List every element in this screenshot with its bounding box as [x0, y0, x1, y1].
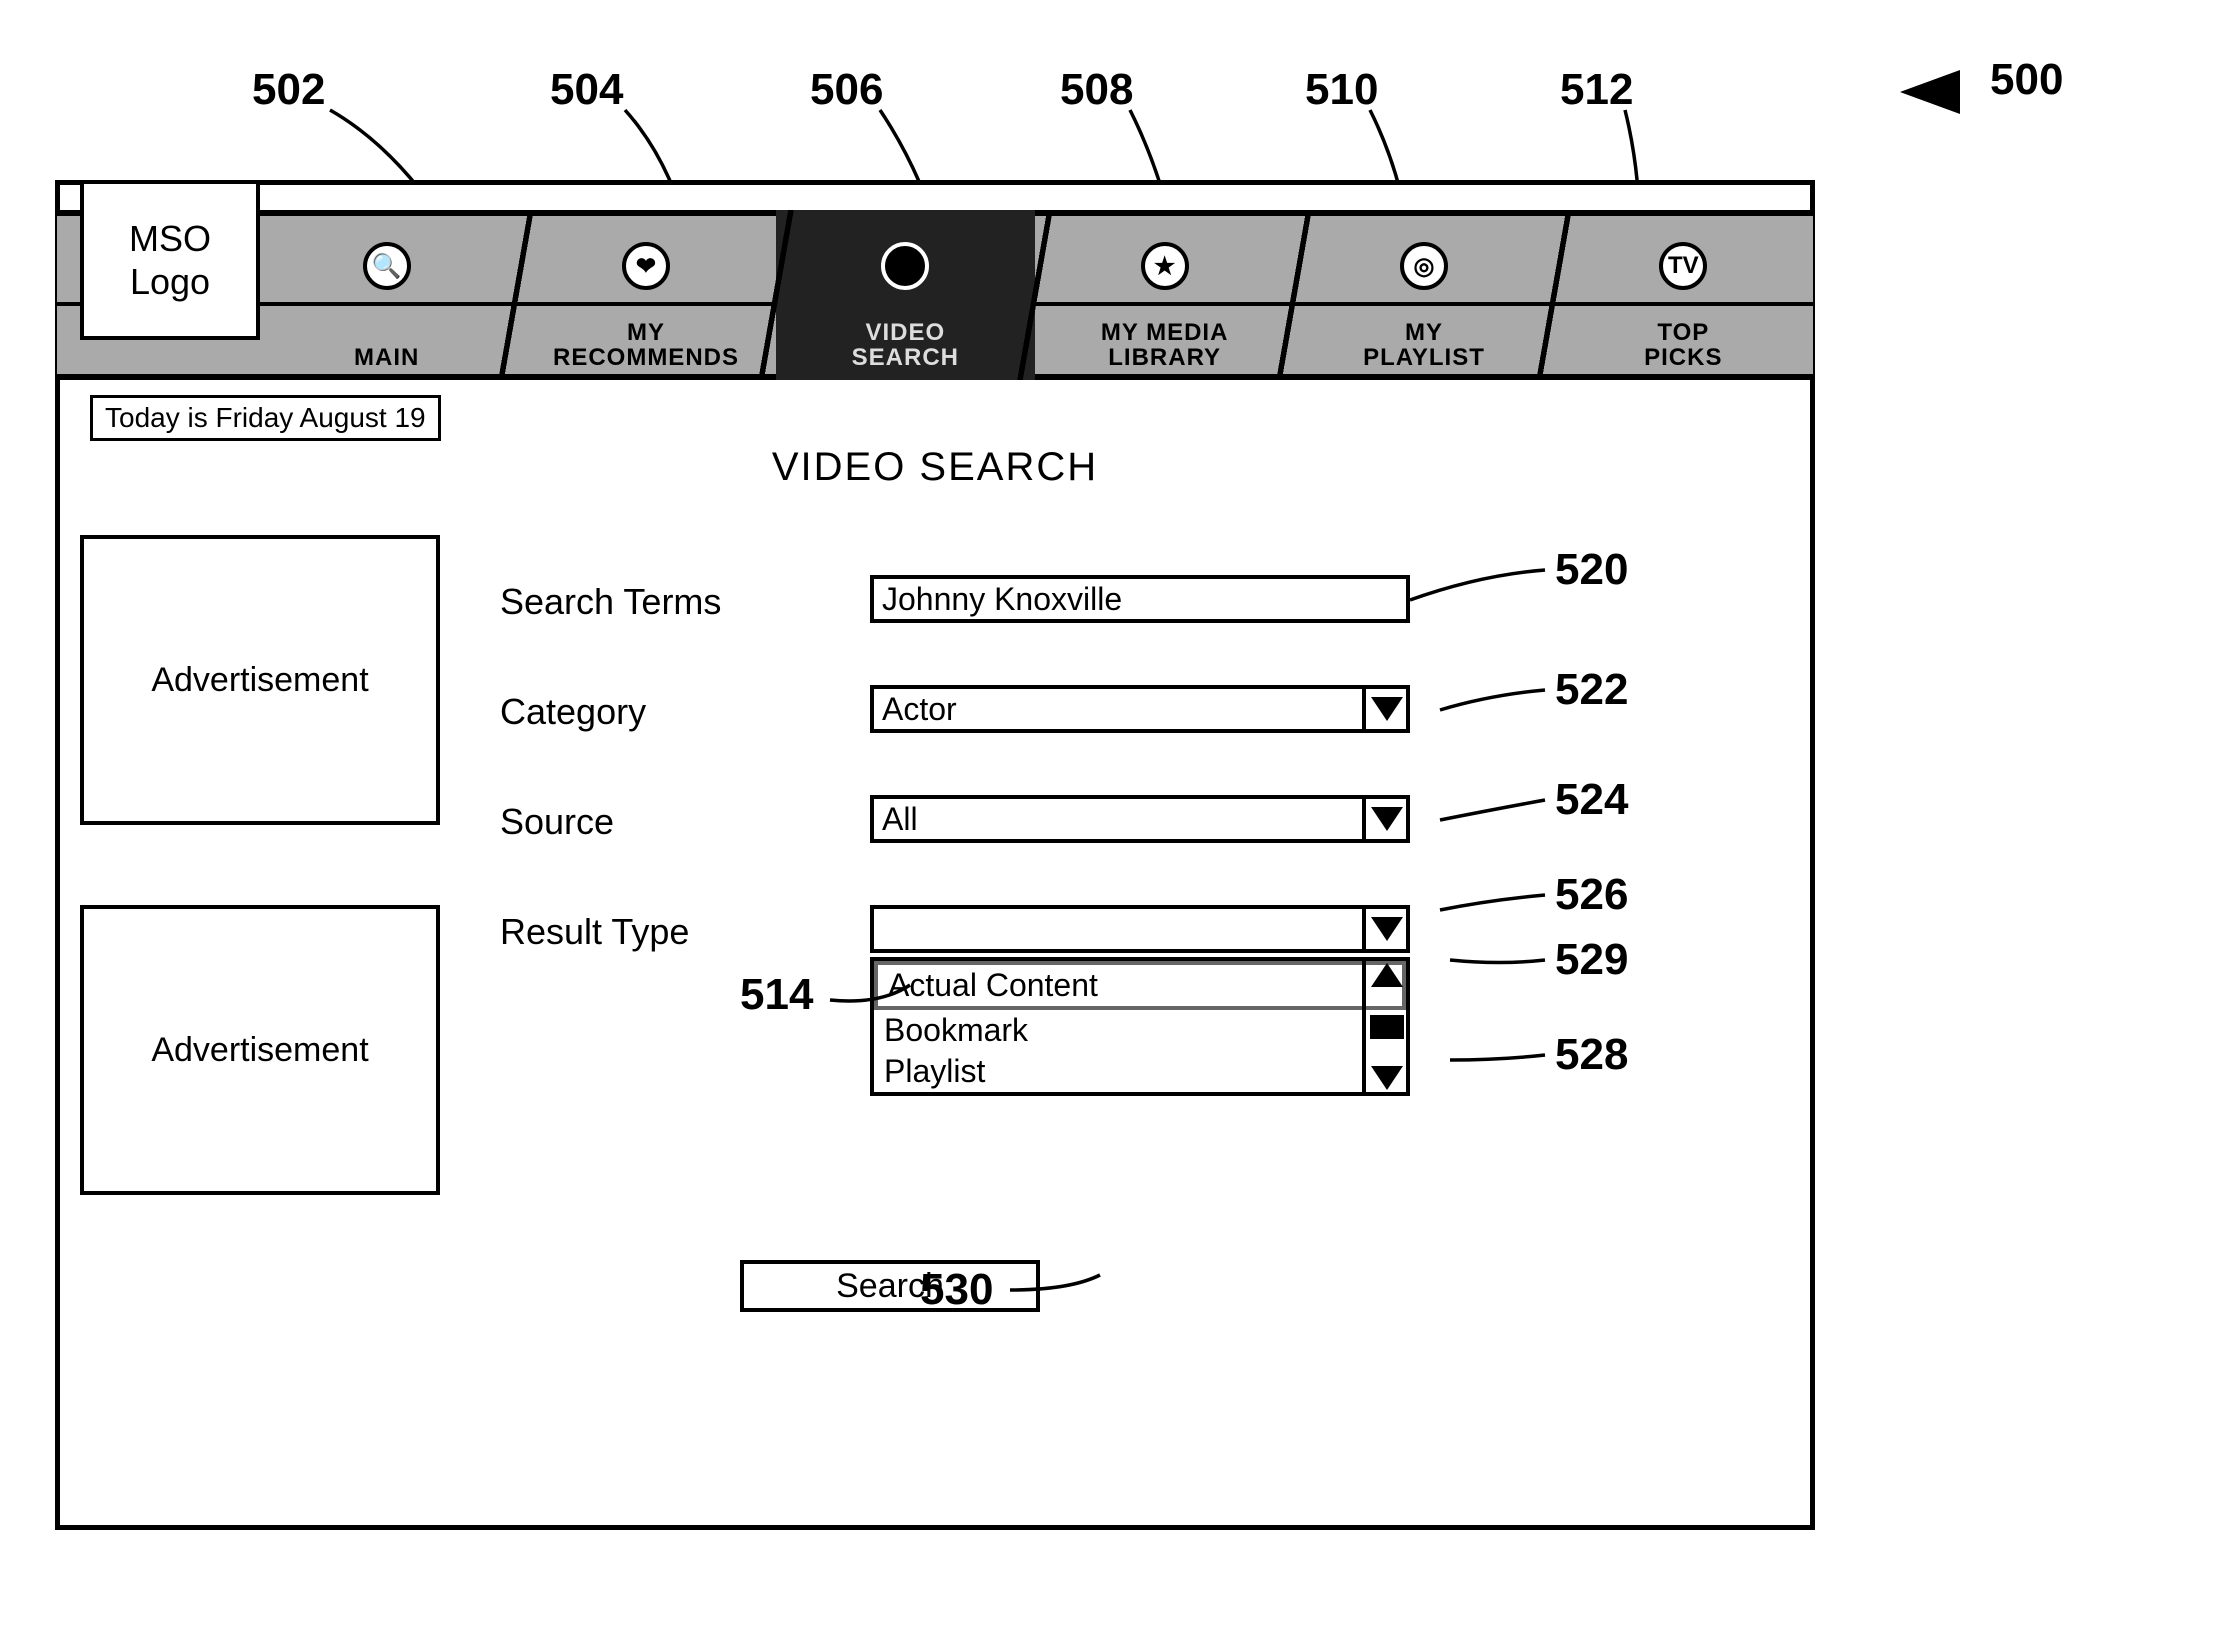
ref-530: 530 — [920, 1265, 993, 1315]
category-label: Category — [500, 691, 646, 733]
row-search-terms: Search Terms Johnny Knoxville — [500, 575, 1480, 631]
source-select[interactable]: All — [870, 795, 1410, 843]
dropdown-scrollbar[interactable] — [1362, 959, 1408, 1094]
nav-tabs: 🔍 MAIN ❤ MY RECOMMENDS ● VIDEO SEARCH ★ … — [257, 210, 1813, 380]
star-icon: ★ — [1141, 242, 1189, 290]
ref-524: 524 — [1555, 775, 1628, 825]
tab-my-recommends[interactable]: ❤ MY RECOMMENDS — [516, 210, 775, 380]
heart-icon: ❤ — [622, 242, 670, 290]
ref-508: 508 — [1060, 65, 1133, 115]
ref-504: 504 — [550, 65, 623, 115]
option-bookmark[interactable]: Bookmark — [874, 1010, 1406, 1051]
page-title: VIDEO SEARCH — [60, 445, 1810, 490]
ref-510: 510 — [1305, 65, 1378, 115]
ref-500: 500 — [1990, 55, 2063, 105]
screen-frame: 🔍 MAIN ❤ MY RECOMMENDS ● VIDEO SEARCH ★ … — [55, 180, 1815, 1530]
arrow-500-icon — [1900, 70, 1960, 114]
tab-label: MY PLAYLIST — [1294, 320, 1553, 370]
scroll-up-icon[interactable] — [1371, 963, 1403, 987]
search-button[interactable]: Search — [740, 1260, 1040, 1312]
category-select[interactable]: Actor — [870, 685, 1410, 733]
dot-icon: ● — [881, 242, 929, 290]
category-value: Actor — [882, 691, 957, 728]
tab-my-media-library[interactable]: ★ MY MEDIA LIBRARY — [1035, 210, 1294, 380]
tab-main[interactable]: 🔍 MAIN — [257, 210, 516, 380]
ref-526: 526 — [1555, 870, 1628, 920]
disc-icon: ◎ — [1400, 242, 1448, 290]
source-value: All — [882, 801, 918, 838]
ref-529: 529 — [1555, 935, 1628, 985]
tab-label: MY MEDIA LIBRARY — [1035, 320, 1294, 370]
result-type-select[interactable] — [870, 905, 1410, 953]
row-category: Category Actor — [500, 685, 1480, 741]
chevron-down-icon — [1362, 797, 1408, 841]
ref-514: 514 — [740, 970, 813, 1020]
source-label: Source — [500, 801, 614, 843]
option-playlist[interactable]: Playlist — [874, 1051, 1406, 1092]
ad-slot-2[interactable]: Advertisement — [80, 905, 440, 1195]
tab-label: TOP PICKS — [1554, 320, 1813, 370]
option-actual-content[interactable]: Actual Content — [874, 961, 1406, 1010]
ref-506: 506 — [810, 65, 883, 115]
date-chip: Today is Friday August 19 — [90, 395, 441, 441]
row-result-type: Result Type Actual Content Bookmark Play… — [500, 905, 1480, 1105]
ref-528: 528 — [1555, 1030, 1628, 1080]
tab-my-playlist[interactable]: ◎ MY PLAYLIST — [1294, 210, 1553, 380]
scroll-thumb[interactable] — [1370, 1015, 1404, 1039]
nav-band: 🔍 MAIN ❤ MY RECOMMENDS ● VIDEO SEARCH ★ … — [57, 210, 1813, 380]
search-terms-input[interactable]: Johnny Knoxville — [870, 575, 1410, 623]
result-type-dropdown: Actual Content Bookmark Playlist — [870, 957, 1410, 1096]
result-type-label: Result Type — [500, 911, 689, 953]
ref-502: 502 — [252, 65, 325, 115]
tab-top-picks[interactable]: TV TOP PICKS — [1554, 210, 1813, 380]
ad-slot-1[interactable]: Advertisement — [80, 535, 440, 825]
ref-522: 522 — [1555, 665, 1628, 715]
mso-logo: MSO Logo — [80, 180, 260, 340]
chevron-down-icon — [1362, 687, 1408, 731]
tab-label: VIDEO SEARCH — [776, 320, 1035, 370]
search-icon: 🔍 — [363, 242, 411, 290]
tv-icon: TV — [1659, 242, 1707, 290]
ref-512: 512 — [1560, 65, 1633, 115]
chevron-down-icon — [1362, 907, 1408, 951]
tab-label: MY RECOMMENDS — [516, 320, 775, 370]
tab-label: MAIN — [257, 345, 516, 370]
row-source: Source All — [500, 795, 1480, 851]
search-form: Search Terms Johnny Knoxville Category A… — [500, 575, 1480, 1159]
tab-video-search[interactable]: ● VIDEO SEARCH — [776, 210, 1035, 380]
ref-520: 520 — [1555, 545, 1628, 595]
search-terms-label: Search Terms — [500, 581, 721, 623]
scroll-down-icon[interactable] — [1371, 1066, 1403, 1090]
